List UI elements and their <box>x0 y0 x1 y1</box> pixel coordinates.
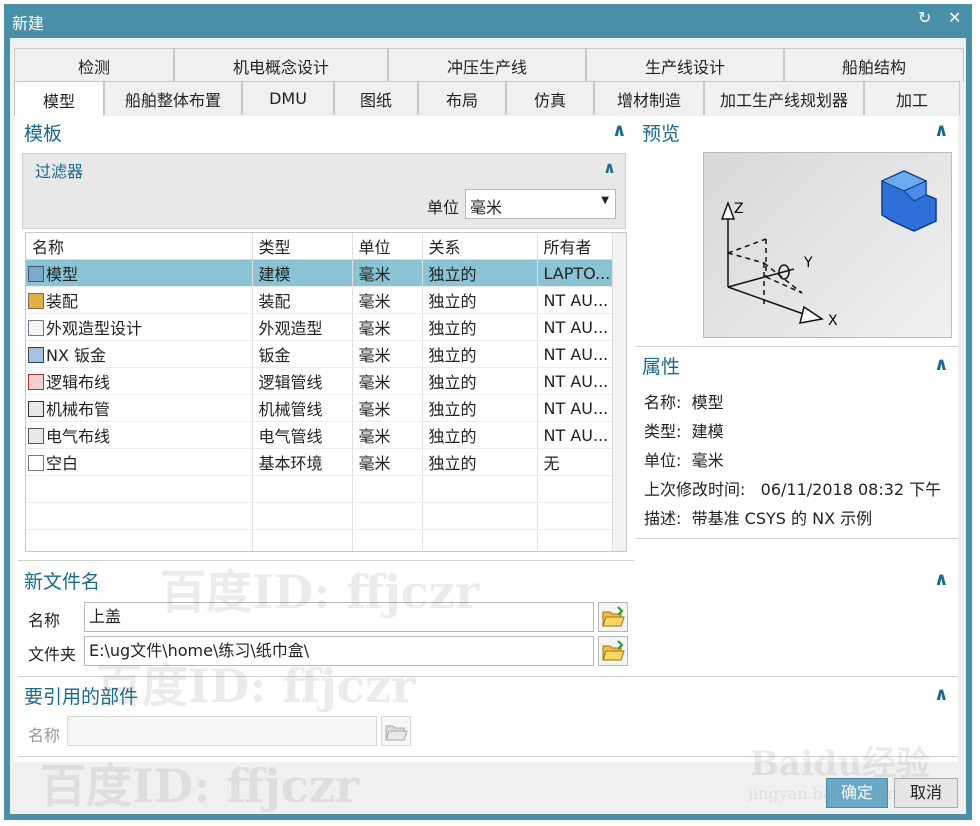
template-collapse-caret[interactable]: ∧ <box>612 120 627 141</box>
dropdown-arrow-icon[interactable]: ▼ <box>601 195 609 206</box>
col-header-name[interactable]: 名称 <box>26 233 253 260</box>
new-file-section-title: 新文件名 <box>24 571 101 593</box>
property-type: 类型: 建模 <box>644 422 724 441</box>
tab-model[interactable]: 模型 <box>14 81 104 117</box>
unit-select[interactable]: 毫米 ▼ <box>465 189 616 219</box>
preview-collapse-caret[interactable]: ∧ <box>934 120 949 141</box>
table-row[interactable]: 装配 装配 毫米 独立的 NT AU... <box>26 286 613 314</box>
table-scrollbar[interactable] <box>612 233 626 551</box>
table-row[interactable]: 空白 基本环境 毫米 独立的无 <box>26 448 613 476</box>
x-axis-label: X <box>828 313 838 329</box>
tab-row-top: 检测 机电概念设计 冲压生产线 生产线设计 船舶结构 <box>14 48 964 82</box>
csys-preview-drawing: Z Y X <box>720 170 937 329</box>
col-header-unit[interactable]: 单位 <box>352 233 423 260</box>
table-row[interactable]: 电气布线 电气管线 毫米 独立的 NT AU... <box>26 421 613 449</box>
filter-group: 过滤器 ∧ 单位 毫米 ▼ <box>22 153 626 229</box>
tab-additive[interactable]: 增材制造 <box>594 81 704 115</box>
col-header-owner[interactable]: 所有者 <box>537 233 613 260</box>
tab-line-design[interactable]: 生产线设计 <box>586 48 784 82</box>
reset-icon[interactable]: ↻ <box>918 8 931 27</box>
template-section-title: 模板 <box>24 123 63 145</box>
empty-row <box>26 502 613 530</box>
property-modified: 上次修改时间: 06/11/2018 08:32 下午 <box>644 480 942 499</box>
mechanical-routing-file-icon <box>28 401 44 417</box>
tab-dmu[interactable]: DMU <box>242 81 334 115</box>
template-table: 名称 类型 单位 关系 所有者 模型 建模 毫米 独立的 LAPTO... 装配 装配… <box>25 232 627 552</box>
blank-file-icon <box>28 455 44 471</box>
tab-ship-layout[interactable]: 船舶整体布置 <box>104 81 242 115</box>
preview-image: Z Y X <box>703 152 952 338</box>
folder-label: 文件夹 <box>28 645 77 664</box>
open-folder-button[interactable] <box>598 602 628 632</box>
col-header-type[interactable]: 类型 <box>252 233 353 260</box>
browse-folder-button[interactable] <box>598 636 628 666</box>
ref-name-input[interactable] <box>67 716 377 746</box>
assembly-file-icon <box>28 293 44 309</box>
sheet-metal-file-icon <box>28 347 44 363</box>
property-unit: 单位: 毫米 <box>644 451 724 470</box>
model-file-icon <box>28 266 44 282</box>
properties-collapse-caret[interactable]: ∧ <box>934 354 949 375</box>
empty-row <box>26 475 613 503</box>
divider <box>636 346 958 347</box>
ref-browse-button[interactable] <box>381 716 411 746</box>
watermark-text: 百度ID: ffjczr <box>96 659 416 713</box>
tab-row-bottom: 模型 船舶整体布置 DMU 图纸 布局 仿真 增材制造 加工生产线规划器 加工 <box>14 81 960 117</box>
property-name: 名称: 模型 <box>644 393 724 412</box>
filter-collapse-caret[interactable]: ∧ <box>603 158 616 177</box>
datum-planes <box>727 238 803 305</box>
window-title: 新建 <box>12 14 45 33</box>
tab-ship-structure[interactable]: 船舶结构 <box>784 48 964 82</box>
properties-list: 名称: 模型 类型: 建模 单位: 毫米 上次修改时间: 06/11/2018 … <box>644 388 950 533</box>
divider <box>636 538 958 539</box>
tab-drawing[interactable]: 图纸 <box>334 81 418 115</box>
shape-studio-file-icon <box>28 320 44 336</box>
property-description: 描述: 带基准 CSYS 的 NX 示例 <box>644 509 873 528</box>
tab-machining[interactable]: 加工 <box>864 81 960 115</box>
model-cube-icon <box>880 170 937 232</box>
filter-title: 过滤器 <box>35 162 84 181</box>
properties-section-title: 属性 <box>642 356 681 378</box>
table-row[interactable]: 模型 建模 毫米 独立的 LAPTO... <box>26 259 613 287</box>
y-axis-label: Y <box>803 255 813 271</box>
close-icon[interactable]: ✕ <box>948 8 961 27</box>
table-header-row: 名称 类型 单位 关系 所有者 <box>26 233 613 260</box>
watermark-text: 百度ID: ffjczr <box>160 565 480 619</box>
tab-layout[interactable]: 布局 <box>418 81 506 115</box>
watermark-url: jingyan.baidu.com <box>748 784 897 803</box>
table-row[interactable]: NX 钣金 钣金 毫米 独立的 NT AU... <box>26 340 613 368</box>
title-bar: 新建 ↻ ✕ <box>4 4 972 36</box>
unit-label: 单位 <box>427 198 460 217</box>
empty-row <box>26 529 613 551</box>
new-file-collapse-caret[interactable]: ∧ <box>934 569 949 590</box>
ref-name-label: 名称 <box>28 726 61 745</box>
file-name-label: 名称 <box>28 611 61 630</box>
z-axis-label: Z <box>734 201 744 217</box>
tab-mechatronics[interactable]: 机电概念设计 <box>174 48 388 82</box>
table-row[interactable]: 逻辑布线 逻辑管线 毫米 独立的 NT AU... <box>26 367 613 395</box>
watermark-brand: Baidu经验 <box>750 744 931 784</box>
folder-icon <box>385 725 408 741</box>
folder-open-icon <box>602 606 625 627</box>
x-axis-arrowhead <box>798 305 824 324</box>
electrical-routing-file-icon <box>28 428 44 444</box>
watermark-text: 百度ID: ffjczr <box>40 759 360 813</box>
preview-section-title: 预览 <box>642 123 681 145</box>
tab-inspection[interactable]: 检测 <box>14 48 174 82</box>
z-axis-arrowhead <box>720 200 736 220</box>
folder-open-icon <box>602 640 625 661</box>
col-header-relation[interactable]: 关系 <box>422 233 538 260</box>
table-row[interactable]: 外观造型设计 外观造型 毫米 独立的 NT AU... <box>26 313 613 341</box>
table-row[interactable]: 机械布管 机械管线 毫米 独立的 NT AU... <box>26 394 613 422</box>
ref-part-collapse-caret[interactable]: ∧ <box>934 684 949 705</box>
tab-simulation[interactable]: 仿真 <box>506 81 594 115</box>
logical-routing-file-icon <box>28 374 44 390</box>
tab-press-line[interactable]: 冲压生产线 <box>388 48 586 82</box>
unit-select-value: 毫米 <box>470 198 503 217</box>
tab-machining-line[interactable]: 加工生产线规划器 <box>704 81 864 115</box>
